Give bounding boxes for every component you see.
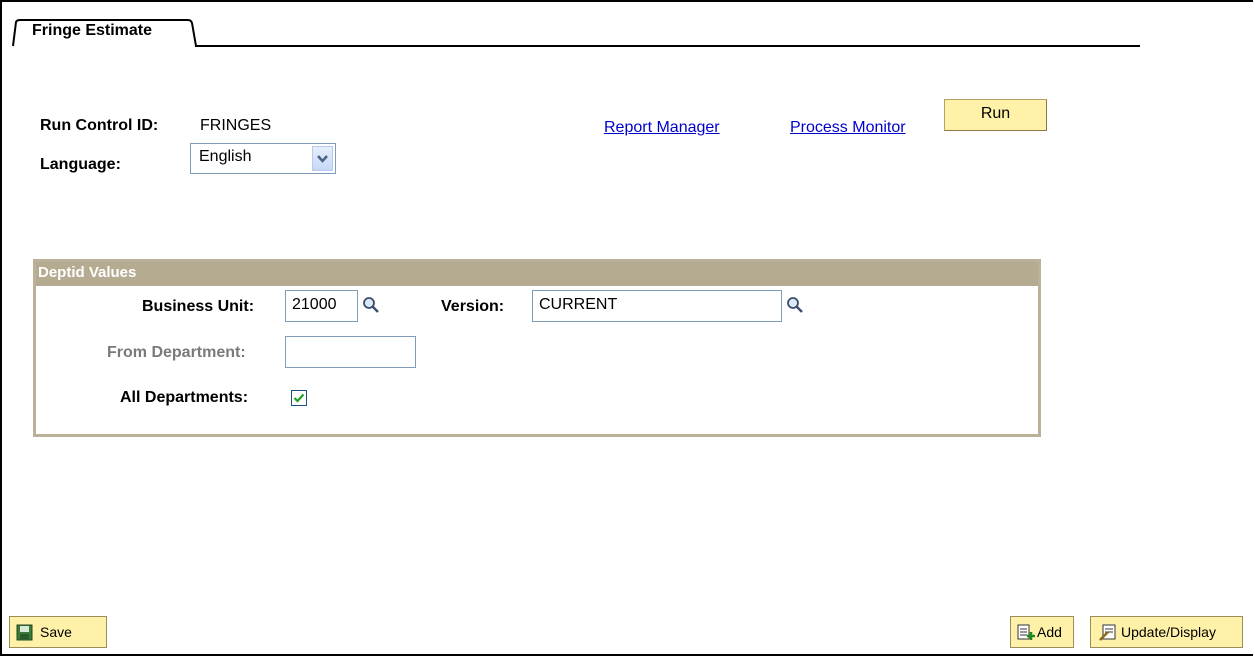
chevron-down-icon[interactable] xyxy=(312,146,333,171)
tab-label: Fringe Estimate xyxy=(32,22,153,39)
deptid-values-title: Deptid Values xyxy=(36,262,1038,286)
run-button[interactable]: Run xyxy=(944,99,1047,131)
report-manager-link[interactable]: Report Manager xyxy=(604,119,720,137)
tab-underline xyxy=(195,45,1140,47)
version-lookup-icon[interactable] xyxy=(786,296,804,314)
language-label: Language: xyxy=(40,156,121,173)
business-unit-input[interactable]: 21000 xyxy=(285,290,358,322)
tab-fringe-estimate[interactable]: Fringe Estimate xyxy=(12,19,198,47)
language-value: English xyxy=(199,148,252,165)
version-label: Version: xyxy=(441,298,505,315)
save-icon xyxy=(16,624,33,641)
version-input[interactable]: CURRENT xyxy=(532,290,782,322)
from-department-label: From Department: xyxy=(107,344,246,361)
business-unit-label: Business Unit: xyxy=(142,298,255,315)
checkmark-icon xyxy=(293,393,305,403)
add-button[interactable]: Add xyxy=(1010,616,1074,648)
run-control-label: Run Control ID: xyxy=(40,117,159,134)
add-icon xyxy=(1017,624,1035,640)
from-department-input[interactable] xyxy=(285,336,416,368)
all-departments-checkbox[interactable] xyxy=(291,390,307,406)
run-control-value: FRINGES xyxy=(200,117,272,134)
update-display-label: Update/Display xyxy=(1121,624,1216,640)
all-departments-label: All Departments: xyxy=(120,389,249,406)
process-monitor-link[interactable]: Process Monitor xyxy=(790,119,906,137)
save-button[interactable]: Save xyxy=(9,616,107,648)
update-display-icon xyxy=(1099,624,1116,641)
add-label: Add xyxy=(1037,624,1062,640)
save-label: Save xyxy=(40,624,72,640)
update-display-button[interactable]: Update/Display xyxy=(1090,616,1243,648)
business-unit-lookup-icon[interactable] xyxy=(362,296,380,314)
language-select[interactable]: English xyxy=(190,143,336,174)
